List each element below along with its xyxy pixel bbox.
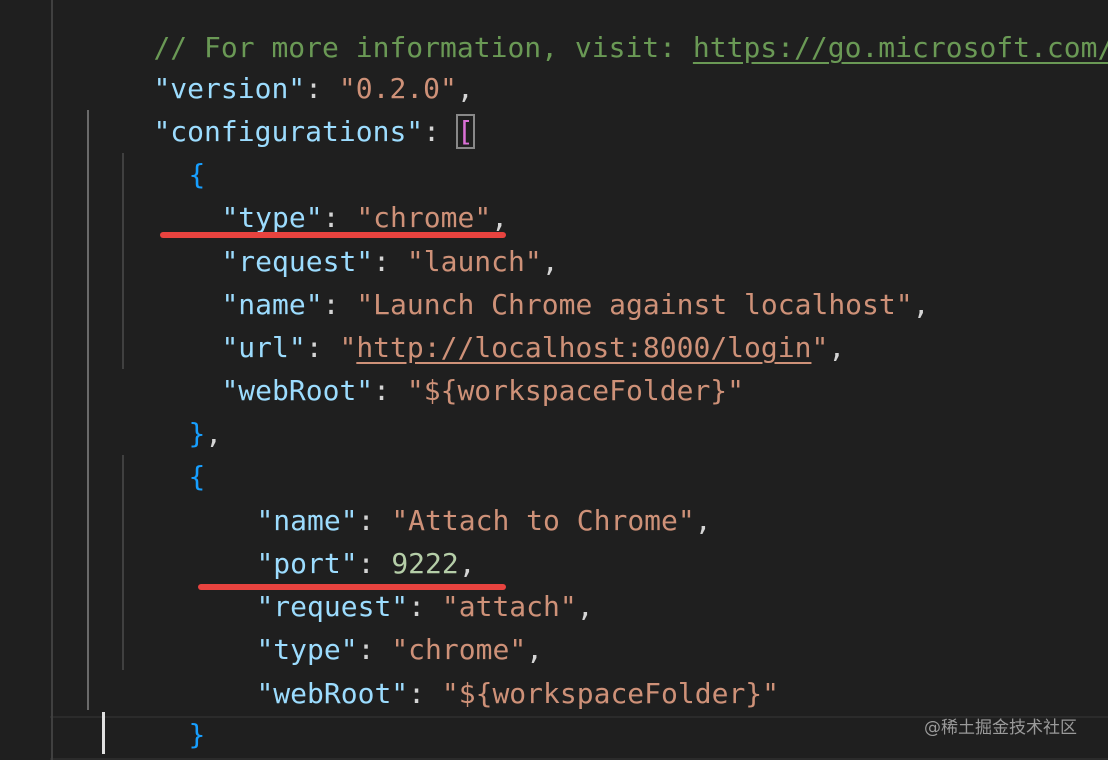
code-line-brace-open: {: [121, 110, 205, 191]
code-line-request: "request": "attach",: [256, 590, 594, 623]
watermark: @稀土掘金技术社区: [924, 718, 1077, 738]
json-string: "${workspaceFolder}": [441, 677, 780, 710]
annotation-underline-attach: [198, 584, 506, 590]
indent-guide: [87, 110, 89, 710]
code-line-configurations: "configurations": [: [153, 114, 475, 149]
comment-link[interactable]: https://go.microsoft.com/fw: [693, 31, 1108, 64]
code-line-type: "type": "chrome",: [256, 633, 544, 666]
open-bracket: [: [455, 114, 475, 149]
code-line-name: "name": "Attach to Chrome",: [256, 504, 712, 537]
text-cursor: [102, 712, 105, 754]
json-key: "webRoot": [221, 374, 374, 407]
code-line-url: "url": "http://localhost:8000/login",: [221, 331, 846, 364]
code-line-port: "port": 9222,: [256, 547, 476, 580]
code-line-brace-open: {: [121, 412, 205, 493]
code-line-version: "version": "0.2.0",: [153, 72, 474, 105]
code-line-webroot: "webRoot": "${workspaceFolder}": [256, 677, 780, 710]
annotation-underline-launch: [160, 232, 506, 238]
json-key: "webRoot": [256, 677, 409, 710]
code-line-brace-close: }: [121, 670, 205, 751]
code-line-name: "name": "Launch Chrome against localhost…: [221, 288, 930, 321]
json-string: "${workspaceFolder}": [406, 374, 745, 407]
code-line-type: "type": "chrome",: [221, 201, 509, 234]
code-line-brace-close: },: [188, 417, 223, 450]
close-brace: }: [188, 718, 206, 751]
code-line-webroot: "webRoot": "${workspaceFolder}": [221, 374, 745, 407]
code-line-bracket-close: ]: [86, 714, 170, 757]
code-line-comment: // For more information, visit: https://…: [86, 0, 1108, 64]
code-editor[interactable]: // For more information, visit: https://…: [0, 0, 1108, 760]
indent-guide: [51, 0, 53, 760]
